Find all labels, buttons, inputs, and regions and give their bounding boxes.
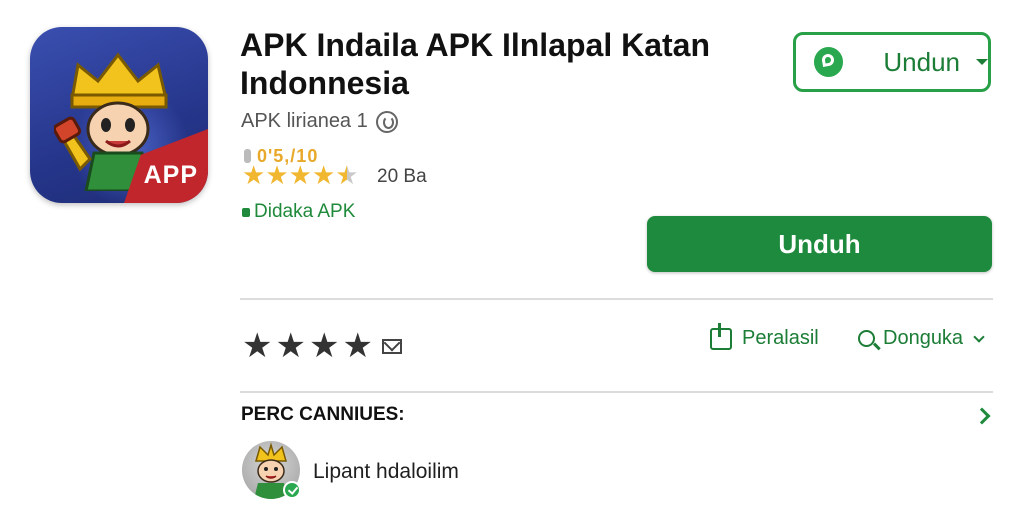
divider — [240, 391, 993, 393]
rating-count: 20 Ba — [377, 166, 427, 187]
share-icon — [710, 322, 732, 350]
verified-text: Didaka APK — [254, 201, 356, 222]
developer-name[interactable]: APK lirianea 1 — [241, 110, 368, 133]
rating-stars: ★ ★ ★ ★ ★ — [242, 161, 359, 189]
mail-icon[interactable] — [381, 338, 402, 354]
chevron-right-icon[interactable] — [973, 407, 991, 425]
share-action[interactable]: Peralasil — [710, 322, 819, 350]
section-title: PERC CANNIUES: — [241, 404, 405, 425]
rate-stars[interactable]: ★ ★ ★ ★ — [242, 329, 402, 363]
star-half-icon: ★ — [335, 160, 359, 190]
rate-star-4[interactable]: ★ — [342, 329, 372, 363]
rate-star-3[interactable]: ★ — [309, 329, 339, 363]
search-action[interactable]: Donguka — [858, 327, 985, 350]
divider — [240, 298, 993, 300]
download-dropdown-label: Undun — [883, 46, 960, 77]
star-icon: ★ — [242, 160, 266, 190]
share-label: Peralasil — [742, 327, 819, 349]
app-badge-text: APP — [143, 161, 198, 189]
download-dropdown-button[interactable]: Undun — [793, 32, 991, 92]
chevron-down-icon — [973, 330, 985, 343]
search-label: Donguka — [883, 327, 964, 349]
app-title: APK Indaila APK Ilnlapal Katan Indonnesi… — [240, 27, 711, 101]
reviewer-name[interactable]: Lipant hdaloilim — [313, 460, 459, 484]
star-icon: ★ — [311, 160, 336, 190]
whatsapp-icon — [814, 47, 844, 77]
dev-badge-icon — [375, 110, 398, 133]
star-icon: ★ — [265, 160, 289, 190]
verified-label: Didaka APK — [242, 201, 355, 223]
caret-down-icon — [976, 59, 988, 65]
search-icon — [858, 330, 875, 347]
lock-icon — [242, 207, 250, 217]
star-icon: ★ — [288, 160, 312, 190]
rate-star-1[interactable]: ★ — [242, 329, 272, 363]
rate-star-2[interactable]: ★ — [275, 329, 305, 363]
app-icon: APP — [30, 27, 208, 203]
developer-row[interactable]: APK lirianea 1 — [241, 110, 398, 133]
download-button[interactable]: Unduh — [647, 216, 992, 272]
verified-check-icon — [283, 481, 301, 499]
